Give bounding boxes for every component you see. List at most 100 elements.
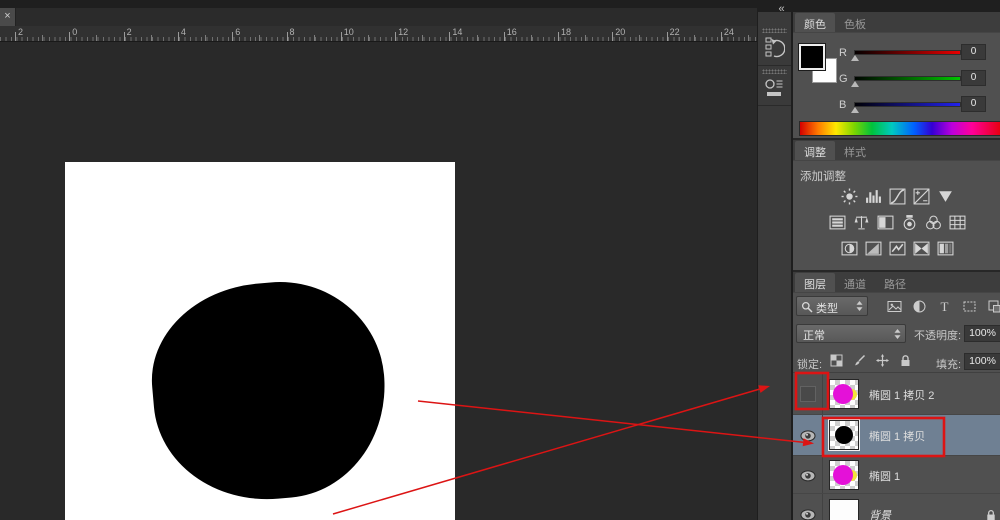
layer-row[interactable]: 背景 [793, 494, 1000, 520]
filter-image-icon[interactable] [887, 299, 902, 314]
channel-value[interactable]: 0 [961, 70, 986, 86]
layer-thumbnail[interactable] [829, 460, 859, 490]
layer-filter-kind-dropdown[interactable]: 类型 [796, 296, 868, 316]
properties-panel-icon[interactable] [764, 75, 785, 101]
threshold-icon[interactable] [889, 240, 906, 257]
layer-thumbnail[interactable] [829, 379, 859, 409]
channel-slider[interactable] [854, 102, 961, 107]
lock-transparent-icon[interactable] [830, 354, 843, 367]
lock-buttons [830, 354, 912, 367]
color-lookup-icon[interactable] [949, 214, 966, 231]
eye-icon[interactable] [800, 469, 816, 480]
lock-all-icon[interactable] [899, 354, 912, 367]
ruler-major-tick [667, 32, 668, 41]
opacity-value[interactable]: 100% [964, 325, 1000, 342]
layer-lock-icon [985, 508, 997, 520]
layer-name[interactable]: 椭圆 1 [869, 468, 900, 484]
ruler-medium-tick [477, 35, 478, 41]
adjustments-panel-tab[interactable]: 样式 [835, 141, 875, 160]
visibility-checkbox-empty[interactable] [800, 386, 816, 402]
blend-mode-dropdown[interactable]: 正常 [796, 324, 906, 343]
hue-saturation-icon[interactable] [829, 214, 846, 231]
curves-icon[interactable] [889, 188, 906, 205]
ruler-major-tick [124, 32, 125, 41]
channel-value[interactable]: 0 [961, 96, 986, 112]
brightness-contrast-icon[interactable] [841, 188, 858, 205]
ruler-medium-tick [422, 35, 423, 41]
chevron-updown-icon [856, 301, 863, 311]
foreground-color-swatch[interactable] [799, 44, 825, 70]
ruler-label: 0 [72, 27, 77, 37]
eye-icon[interactable] [800, 508, 816, 519]
channel-mixer-icon[interactable] [925, 214, 942, 231]
layer-thumbnail[interactable] [829, 420, 859, 450]
layers-panel-tab[interactable]: 通道 [835, 273, 875, 292]
layer-row[interactable]: 椭圆 1 拷贝 2 [793, 373, 1000, 415]
layer-row[interactable]: 椭圆 1 [793, 456, 1000, 494]
ruler-major-tick [558, 32, 559, 41]
levels-icon[interactable] [865, 188, 882, 205]
selective-color-icon[interactable] [937, 240, 954, 257]
dock-gripper [762, 69, 787, 74]
posterize-icon[interactable] [865, 240, 882, 257]
color-panel-tab[interactable]: 色板 [835, 13, 875, 32]
ruler-label: 2 [18, 27, 23, 37]
lock-position-icon[interactable] [876, 354, 889, 367]
invert-icon[interactable] [841, 240, 858, 257]
layer-name[interactable]: 椭圆 1 拷贝 2 [869, 387, 934, 403]
channel-slider[interactable] [854, 76, 961, 81]
layer-row[interactable]: 椭圆 1 拷贝 [793, 415, 1000, 456]
filter-adjustment-icon[interactable] [912, 299, 927, 314]
canvas-pasteboard [0, 43, 757, 520]
ruler-label: 22 [670, 27, 680, 37]
visibility-cell[interactable] [793, 373, 823, 414]
slider-thumb[interactable] [851, 55, 859, 61]
black-ellipse-shape[interactable] [144, 273, 394, 508]
dock-divider [758, 65, 791, 66]
history-panel-icon[interactable] [764, 35, 785, 61]
color-panel-tab[interactable]: 颜色 [795, 13, 835, 32]
blend-mode-value: 正常 [803, 327, 825, 343]
layer-thumbnail[interactable] [829, 499, 859, 520]
visibility-cell[interactable] [793, 494, 823, 520]
thumbnail-pink-shape [833, 465, 853, 485]
channel-slider[interactable] [854, 50, 961, 55]
ruler-major-tick [178, 32, 179, 41]
ruler-medium-tick [368, 35, 369, 41]
layers-panel-tab[interactable]: 图层 [795, 273, 835, 292]
photo-filter-icon[interactable] [901, 214, 918, 231]
ruler-major-tick [504, 32, 505, 41]
filter-type-icon[interactable]: T [937, 299, 952, 314]
filter-smart-object-icon[interactable] [987, 299, 1000, 314]
chevron-updown-icon [894, 329, 901, 339]
slider-thumb[interactable] [851, 81, 859, 87]
eye-icon[interactable] [800, 429, 816, 440]
ruler-major-tick [15, 32, 16, 41]
filter-shape-icon[interactable] [962, 299, 977, 314]
layer-list: 椭圆 1 拷贝 2 椭圆 1 拷贝椭圆 1 背景 [793, 372, 1000, 520]
ruler-medium-tick [531, 35, 532, 41]
lock-pixels-icon[interactable] [853, 354, 866, 367]
layer-name[interactable]: 椭圆 1 拷贝 [869, 428, 925, 444]
layers-panel-tab[interactable]: 路径 [875, 273, 915, 292]
adjustments-panel-tab[interactable]: 调整 [795, 141, 835, 160]
panel-group: 颜色色板 R0G0B0 调整样式 添加调整 图层通道路径 类型 T 正常 不透明… [792, 12, 1000, 520]
ruler-major-tick [449, 32, 450, 41]
gradient-map-icon[interactable] [913, 240, 930, 257]
color-balance-icon[interactable] [853, 214, 870, 231]
color-spectrum-bar[interactable] [799, 121, 1000, 136]
channel-value[interactable]: 0 [961, 44, 986, 60]
black-white-icon[interactable] [877, 214, 894, 231]
ruler-medium-tick [151, 35, 152, 41]
visibility-cell[interactable] [793, 456, 823, 493]
vibrance-icon[interactable] [937, 188, 954, 205]
fill-value[interactable]: 100% [964, 353, 1000, 370]
document-canvas[interactable] [65, 162, 455, 520]
visibility-cell[interactable] [793, 415, 823, 455]
slider-thumb[interactable] [851, 107, 859, 113]
layer-name[interactable]: 背景 [869, 507, 891, 520]
ruler-medium-tick [205, 35, 206, 41]
document-tab-close-icon[interactable]: × [0, 8, 16, 26]
exposure-icon[interactable] [913, 188, 930, 205]
ruler-medium-tick [639, 35, 640, 41]
